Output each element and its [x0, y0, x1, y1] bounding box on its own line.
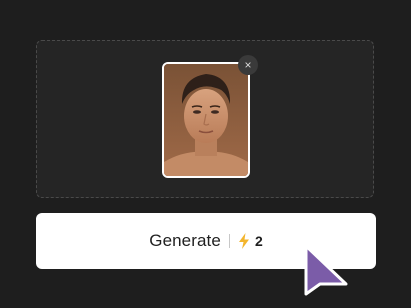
- lightning-bolt-icon: [237, 233, 251, 249]
- uploaded-image-thumbnail[interactable]: [162, 62, 250, 178]
- upload-panel: × Generate 2: [0, 0, 411, 308]
- credit-cost: 2: [254, 233, 263, 249]
- divider: [228, 234, 230, 248]
- generate-button[interactable]: Generate 2: [36, 213, 376, 269]
- generate-label: Generate: [149, 231, 221, 250]
- portrait-image: [164, 64, 248, 176]
- close-icon: ×: [244, 58, 252, 72]
- remove-image-button[interactable]: ×: [238, 55, 258, 75]
